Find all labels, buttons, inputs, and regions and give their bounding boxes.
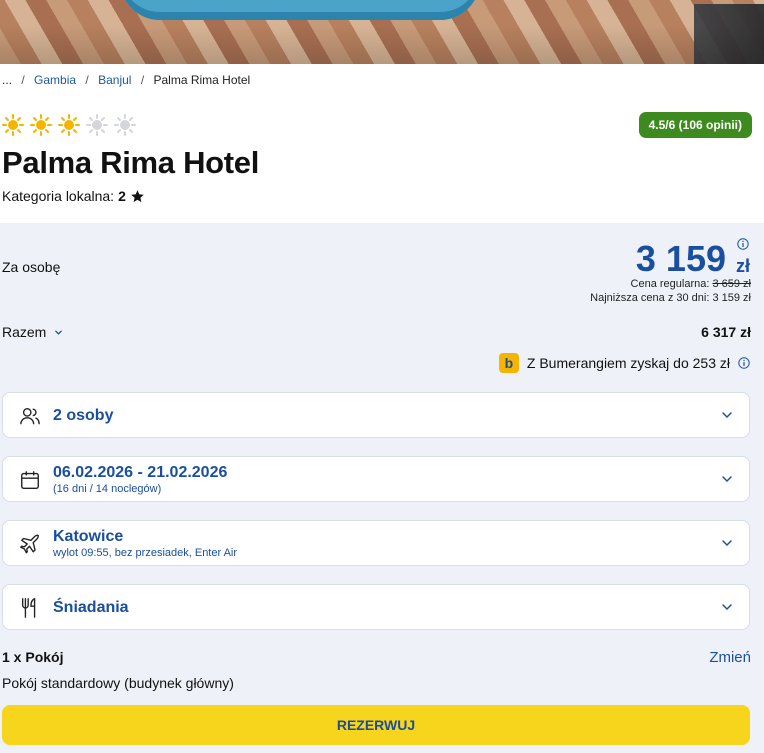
chevron-down-icon — [722, 540, 732, 547]
star-icon — [131, 189, 144, 202]
lowest-price-value: 3 159 zł — [712, 292, 751, 304]
category-label: Kategoria lokalna: — [2, 188, 115, 204]
regular-price: Cena regularna: 3 659 zł — [631, 278, 751, 290]
dates-duration: (16 dni / 14 noclegów) — [53, 483, 162, 495]
flight-selector[interactable]: Katowice wylot 09:55, bez przesiadek, En… — [2, 520, 750, 566]
plane-icon — [19, 533, 41, 555]
total-value: 6 317 zł — [701, 324, 751, 340]
persons-value: 2 osoby — [53, 407, 114, 424]
chevron-down-icon — [55, 330, 63, 335]
reserve-button[interactable]: REZERWUJ — [2, 705, 750, 745]
sun-icon-filled — [30, 114, 52, 136]
lowest-price-30-days: Najniższa cena z 30 dni: 3 159 zł — [590, 292, 751, 304]
lowest-price-label: Najniższa cena z 30 dni: — [590, 292, 710, 304]
hotel-hero-image[interactable] — [0, 0, 764, 64]
chevron-down-icon — [722, 604, 732, 611]
bumerang-logo-icon: b — [498, 353, 519, 373]
change-room-link[interactable]: Zmień — [709, 649, 751, 666]
board-selector[interactable]: Śniadania — [2, 584, 750, 630]
regular-price-label: Cena regularna: — [630, 278, 710, 290]
dates-value: 06.02.2026 - 21.02.2026 — [53, 464, 228, 481]
breadcrumb-ellipsis[interactable]: ... — [2, 73, 12, 87]
sun-icon-empty — [86, 114, 108, 136]
total-toggle[interactable]: Razem — [2, 324, 63, 340]
info-icon[interactable] — [738, 357, 750, 369]
total-label: Razem — [2, 324, 47, 340]
breadcrumb-current: Palma Rima Hotel — [153, 73, 251, 87]
breadcrumb: ... / Gambia / Banjul / Palma Rima Hotel — [2, 73, 251, 87]
bumerang-promo: b Z Bumerangiem zyskaj do 253 zł — [498, 353, 750, 373]
hotel-standard-suns — [2, 114, 136, 136]
departure-airport: Katowice — [53, 528, 124, 545]
sun-icon-filled — [2, 114, 24, 136]
breadcrumb-link-banjul[interactable]: Banjul — [98, 73, 131, 87]
price-currency: zł — [735, 256, 750, 276]
calendar-icon — [19, 469, 41, 491]
persons-selector[interactable]: 2 osoby — [2, 392, 750, 438]
hotel-title: Palma Rima Hotel — [2, 145, 260, 180]
rating-badge[interactable]: 4.5/6 (106 opinii) — [638, 112, 752, 138]
flight-details: wylot 09:55, bez przesiadek, Enter Air — [53, 547, 238, 559]
regular-price-value: 3 659 zł — [712, 278, 751, 290]
local-category: Kategoria lokalna: 2 — [2, 188, 145, 204]
category-value: 2 — [118, 188, 126, 204]
price-block: 3 159 zł — [636, 238, 750, 280]
room-count: 1 x Pokój — [2, 649, 64, 665]
board-value: Śniadania — [53, 599, 129, 616]
sun-icon-empty — [114, 114, 136, 136]
breadcrumb-link-gambia[interactable]: Gambia — [34, 73, 76, 87]
bumerang-text: Z Bumerangiem zyskaj do 253 zł — [526, 355, 730, 371]
chevron-down-icon — [722, 412, 732, 419]
info-icon[interactable] — [737, 238, 749, 250]
users-icon — [19, 405, 41, 427]
per-person-label: Za osobę — [2, 259, 61, 275]
chevron-down-icon — [722, 476, 732, 483]
price-value: 3 159 — [635, 238, 726, 279]
cutlery-icon — [19, 597, 41, 619]
dates-selector[interactable]: 06.02.2026 - 21.02.2026 (16 dni / 14 noc… — [2, 456, 750, 502]
sun-icon-filled — [58, 114, 80, 136]
room-description: Pokój standardowy (budynek główny) — [2, 675, 234, 691]
